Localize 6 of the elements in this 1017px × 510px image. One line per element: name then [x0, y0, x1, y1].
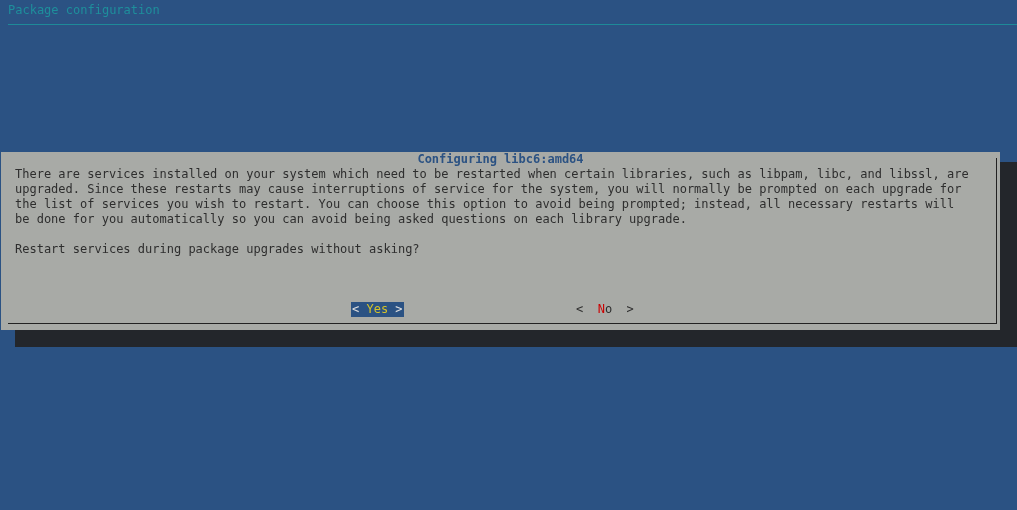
dialog-button[interactable]: < Yes >: [351, 302, 404, 317]
dialog-title: Configuring libc6:amd64: [416, 152, 585, 167]
dialog-question: Restart services during package upgrades without asking?: [15, 242, 421, 257]
dialog-message: There are services installed on your system which need to be restarted when certain libraries, such as libpam, libc, and libssl, are upgraded. Since these restarts may cause interruptions of service for the system, you will normally be prompted on each upgrade for the list of services you wish to restart. You can choose this option to avoid being prompted; instead, all necessary restarts will be done for you automatically so you can avoid being asked questions on each library upgrade.: [15, 167, 969, 227]
header-title: Package configuration: [8, 3, 160, 17]
dialog-button[interactable]: < No >: [575, 302, 635, 317]
